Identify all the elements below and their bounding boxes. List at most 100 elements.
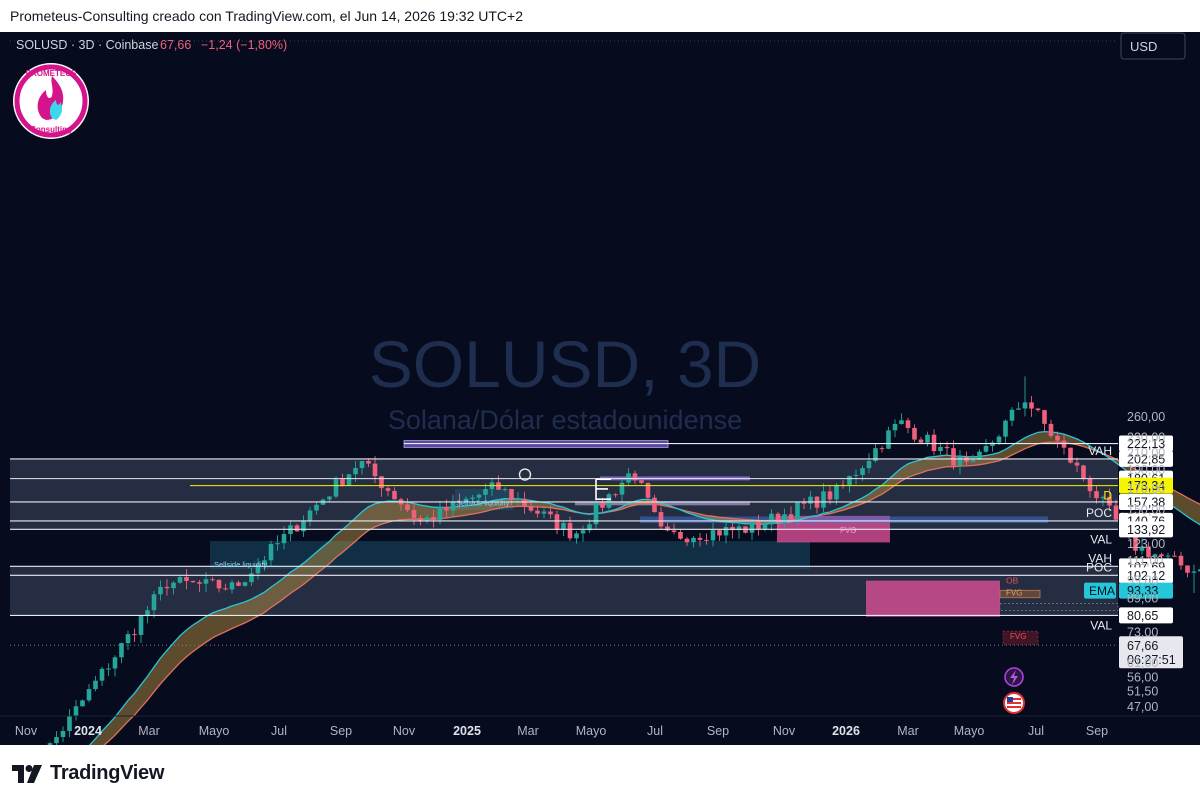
x-tick-label: Nov [393,724,416,738]
candle-body [307,510,313,522]
us-flag-event-icon[interactable] [1003,692,1025,714]
annotation-sellside-large: Sellside liquidity [214,560,268,569]
candle [1009,407,1015,427]
currency-button[interactable]: USD [1120,32,1186,60]
lightning-event-icon[interactable] [1004,667,1024,687]
candle-body [1029,402,1034,409]
candle-body [879,448,885,450]
y-tick-label: 170,00 [1127,482,1165,496]
candle-body [1191,571,1197,573]
candle-body [522,498,527,507]
candle-body [242,582,248,586]
candle-body [281,534,287,544]
candle-body [983,445,989,452]
candle-body [886,430,891,449]
y-tick-label: 47,00 [1127,700,1158,714]
candle [333,476,339,499]
annotation-fvg-2: FVG [1010,632,1026,641]
candle [899,413,904,425]
price-line-tag: POC [1086,506,1112,520]
candle-body [600,503,605,508]
candle-body [294,525,300,532]
candle-body [73,706,79,716]
candle-body [528,506,534,511]
tradingview-icon [12,764,42,783]
footer-bar: TradingView [0,745,1200,803]
candle-body [314,504,319,511]
candle-body [567,523,573,539]
candle [912,424,917,443]
candle-body [1048,423,1054,436]
price-label-text: 133,92 [1127,523,1165,537]
candle-body [164,586,170,589]
candle-body [93,680,98,690]
price-line-tag: VAH [1088,444,1112,458]
symbol-legend[interactable]: SOLUSD · 3D · Coinbase 67,66 −1,24 (−1,8… [16,38,287,52]
candle [931,429,937,456]
price-label-text: 80,65 [1127,609,1158,623]
candle [892,419,898,438]
candle-body [801,502,807,504]
tradingview-logo[interactable]: TradingView [12,762,164,785]
x-tick-label: Mar [517,724,539,738]
candle-body [379,476,384,489]
candle-body [658,512,664,527]
candle [67,708,72,738]
candle-body [1035,408,1041,411]
candle-body [613,494,618,496]
candle-body [158,586,163,595]
y-tick-label: 99,00 [1127,574,1158,588]
candle-body [860,468,865,475]
candle [99,666,105,687]
candle-body [1172,555,1177,557]
candle [138,615,144,643]
x-tick-label: Mar [897,724,919,738]
candle-body [892,423,898,431]
candle-body [574,533,579,539]
candle-body [450,501,456,511]
candle [112,655,118,677]
candle-body [340,479,345,486]
candle-body [190,581,196,583]
candle-body [392,490,397,500]
candle-body [1022,402,1028,409]
candle-body [509,489,514,500]
sellside-liquidity-box-large [210,541,810,570]
candle [1191,564,1197,594]
y-tick-label: 73,00 [1127,625,1158,639]
candle-body [1003,420,1008,437]
price-axis: 260,00 230,00210,00 190,00 170,00 150,00 123,… [1127,410,1165,714]
tradingview-brand: TradingView [50,762,165,784]
x-tick-label: Mayo [954,724,985,738]
candle-body [80,700,85,707]
candle-body [626,473,631,483]
candle [106,663,111,676]
candle [132,628,137,642]
prometeus-logo: PROMETEUS Consulting [13,63,89,139]
candle-body [717,530,722,536]
chart-panel[interactable]: SOLUSD, 3D Solana/Dólar estadounidense 2… [0,32,1200,802]
candle [1178,551,1184,570]
annotation-fvg-1: FVG [1006,588,1022,597]
x-tick-label: 2026 [832,724,860,738]
candle-body [951,448,956,466]
x-tick-label: Jul [647,724,663,738]
candle-body [411,510,417,518]
candle-body [580,530,586,534]
candle-body [1042,410,1047,424]
candle-body [275,543,280,545]
candle-body [1009,409,1015,421]
candle-body [359,460,365,469]
candle-body [905,420,911,428]
candle [1016,402,1021,410]
x-tick-label: Mayo [199,724,230,738]
x-tick-label: Mar [138,724,160,738]
x-tick-label: 2025 [453,724,481,738]
candle-body [535,510,540,514]
candle-body [99,668,105,681]
candle-body [1185,565,1190,573]
price-chart[interactable]: SOLUSD, 3D Solana/Dólar estadounidense 2… [0,32,1200,802]
candle-body [60,731,66,738]
price-line-tag: VAL [1090,618,1112,632]
candle [1003,419,1008,444]
